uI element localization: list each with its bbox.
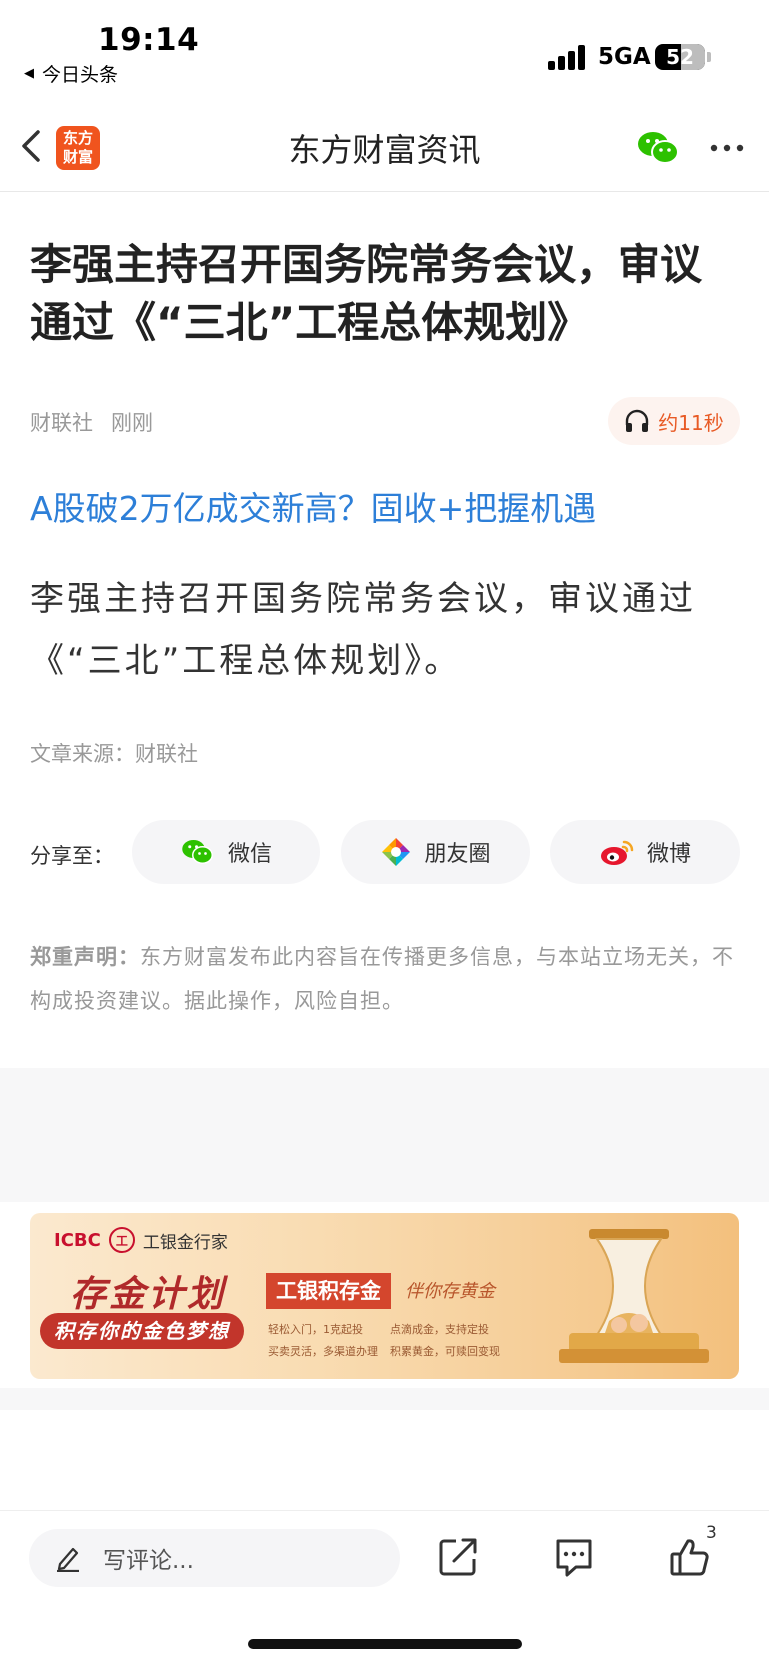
share-moments-button[interactable]: 朋友圈 — [341, 820, 530, 884]
share-wechat-button[interactable]: 微信 — [132, 820, 320, 884]
ad-feature: 积累黄金，可赎回变现 — [390, 1345, 500, 1358]
ad-brand-name: ICBC — [54, 1229, 101, 1251]
signal-icon — [548, 44, 588, 70]
ad-tag: 工银积存金 — [266, 1273, 391, 1309]
ad-banner[interactable]: ICBC 工 工银金行家 存金计划 积存你的金色梦想 工银积存金 伴你存黄金 轻… — [30, 1213, 739, 1379]
weibo-icon — [600, 840, 634, 865]
article-source-line: 文章来源：财联社 — [30, 742, 198, 766]
status-bar: 19:14 ◀ 今日头条 5GA 52 — [0, 0, 769, 100]
section-divider — [0, 1068, 769, 1202]
ad-tagline: 伴你存黄金 — [405, 1281, 495, 1302]
ad-feature: 买卖灵活，多渠道办理 — [268, 1345, 378, 1358]
audio-duration: 约11秒 — [658, 410, 724, 435]
pencil-icon — [57, 1547, 79, 1572]
ad-headline: 存金计划 — [70, 1274, 227, 1315]
section-divider-bottom — [0, 1388, 769, 1410]
bottom-action-bar: 写评论... 3 — [0, 1510, 769, 1665]
disclaimer: 郑重声明：东方财富发布此内容旨在传播更多信息，与本站立场无关，不构成投资建议。据… — [30, 935, 740, 1023]
wechat-icon — [182, 840, 213, 864]
home-indicator[interactable] — [248, 1639, 522, 1649]
promo-link[interactable]: A股破2万亿成交新高？固收+把握机遇 — [30, 482, 596, 530]
status-time: 19:14 — [98, 22, 200, 58]
network-type: 5GA — [598, 44, 651, 70]
like-count: 3 — [706, 1523, 717, 1543]
share-weibo-label: 微博 — [646, 842, 691, 867]
ad-brand: ICBC 工 工银金行家 — [54, 1227, 228, 1253]
back-to-app-button[interactable]: ◀ 今日头条 — [24, 60, 118, 87]
article-body: 李强主持召开国务院常务会议，审议通过《“三北”工程总体规划》。 — [30, 579, 696, 681]
ad-feature: 点滴成金，支持定投 — [390, 1323, 489, 1336]
ad-bank-name: 工银金行家 — [142, 1232, 228, 1253]
ad-subline: 积存你的金色梦想 — [40, 1313, 244, 1349]
share-icon[interactable] — [436, 1535, 480, 1579]
battery-cap — [707, 52, 711, 62]
share-wechat-label: 微信 — [227, 842, 272, 867]
disclaimer-label: 郑重声明： — [30, 945, 140, 969]
article-meta: 财联社 刚刚 — [30, 407, 153, 437]
article-page: 19:14 ◀ 今日头条 5GA 52 东方财富 东方财富资讯 李强主持召开国务… — [0, 0, 769, 1665]
more-options-icon[interactable] — [708, 138, 748, 158]
article-title: 李强主持召开国务院常务会议，审议通过《“三北”工程总体规划》 — [30, 240, 703, 347]
comment-icon[interactable] — [552, 1535, 596, 1579]
battery-level: 52 — [666, 45, 694, 69]
wechat-share-icon[interactable] — [636, 128, 682, 168]
headphones-icon — [626, 409, 649, 432]
share-label: 分享至： — [30, 844, 114, 868]
comment-placeholder: 写评论... — [103, 1548, 194, 1574]
listen-audio-button[interactable]: 约11秒 — [608, 397, 740, 445]
top-nav-bar: 东方财富 东方财富资讯 — [0, 100, 769, 192]
hourglass-illustration-icon — [559, 1229, 709, 1363]
article-source: 财联社 — [30, 411, 93, 435]
article-time: 刚刚 — [111, 411, 153, 435]
share-weibo-button[interactable]: 微博 — [550, 820, 740, 884]
back-triangle-icon: ◀ — [24, 66, 34, 81]
back-app-label: 今日头条 — [42, 64, 119, 86]
battery-icon: 52 — [655, 44, 705, 70]
ad-feature: 轻松入门，1克起投 — [268, 1323, 363, 1336]
moments-icon — [382, 838, 411, 866]
share-moments-label: 朋友圈 — [424, 842, 491, 867]
icbc-logo-icon: 工 — [108, 1227, 135, 1253]
comment-input[interactable]: 写评论... — [29, 1529, 400, 1587]
